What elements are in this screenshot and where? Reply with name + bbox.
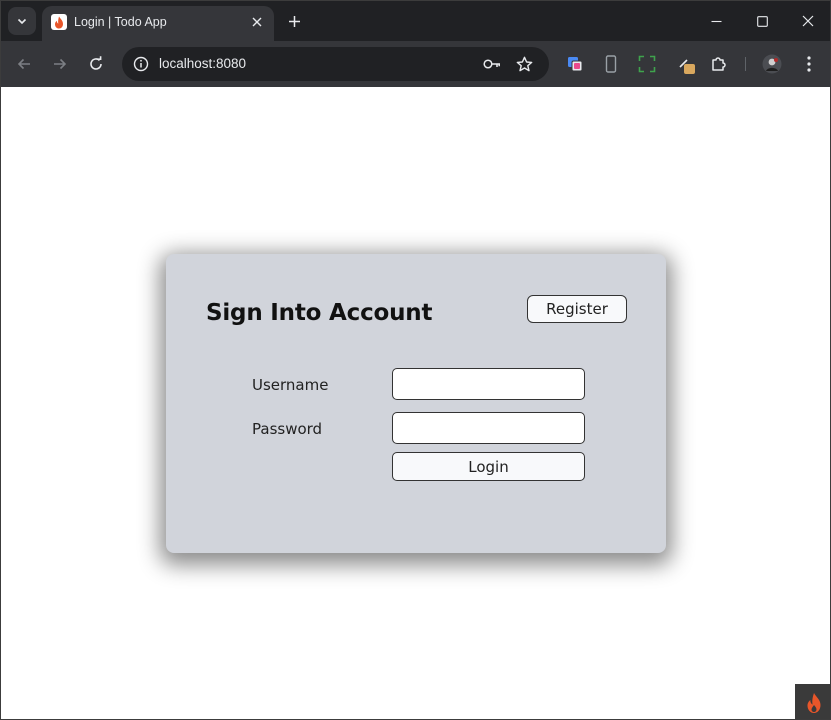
tab-title: Login | Todo App	[74, 15, 167, 29]
login-card: Sign Into Account Register Username Pass…	[166, 254, 666, 553]
username-label: Username	[252, 376, 329, 394]
reload-icon	[90, 56, 102, 70]
close-icon	[252, 17, 262, 27]
new-tab-button[interactable]	[283, 10, 305, 32]
title-bar: Login | Todo App	[1, 1, 830, 41]
register-button[interactable]: Register	[527, 295, 627, 323]
plus-icon	[288, 15, 300, 27]
reload-button[interactable]	[84, 52, 108, 76]
forward-button[interactable]	[48, 52, 72, 76]
browser-window: Login | Todo App localhost:8080 Sign Int…	[0, 0, 831, 720]
extension-screenshot-button[interactable]	[636, 53, 658, 75]
password-label: Password	[252, 420, 323, 438]
eyedropper-icon	[679, 59, 695, 74]
password-field[interactable]	[392, 412, 585, 444]
minimize-icon	[711, 20, 721, 22]
mobile-device-icon	[605, 55, 617, 73]
active-tab[interactable]: Login | Todo App	[42, 6, 274, 41]
star-icon	[516, 56, 532, 71]
profile-avatar-button[interactable]	[761, 53, 783, 75]
address-bar[interactable]: localhost:8080	[122, 47, 549, 81]
back-button[interactable]	[12, 52, 36, 76]
username-field[interactable]	[392, 368, 585, 400]
flame-icon	[807, 692, 820, 713]
browser-toolbar: localhost:8080	[1, 41, 830, 87]
key-icon	[483, 59, 500, 69]
toolbar-separator	[745, 57, 746, 71]
arrow-left-icon	[17, 58, 30, 70]
login-button[interactable]: Login	[392, 452, 585, 481]
chevron-down-icon	[17, 18, 27, 25]
screenshot-crop-icon	[638, 55, 656, 73]
kebab-menu-icon	[807, 56, 811, 72]
password-manager-button[interactable]	[482, 54, 502, 74]
extension-device-button[interactable]	[600, 53, 622, 75]
page-title: Sign Into Account	[206, 300, 433, 326]
extensions-button[interactable]	[708, 53, 730, 75]
puzzle-icon	[712, 57, 726, 71]
maximize-button[interactable]	[739, 1, 785, 41]
site-info-button[interactable]	[131, 54, 151, 74]
close-icon	[802, 15, 814, 27]
page-content: Sign Into Account Register Username Pass…	[1, 87, 830, 719]
close-window-button[interactable]	[785, 1, 830, 41]
url-text: localhost:8080	[159, 56, 247, 71]
bookmark-button[interactable]	[514, 54, 534, 74]
extension-eyedropper-button[interactable]	[676, 53, 698, 75]
avatar	[762, 54, 782, 74]
tab-search-button[interactable]	[8, 7, 36, 35]
tab-close-button[interactable]	[248, 13, 266, 31]
maximize-icon	[756, 15, 768, 27]
info-icon	[133, 56, 149, 72]
flame-badge[interactable]	[795, 684, 830, 719]
extension-windows-button[interactable]	[564, 53, 586, 75]
browser-menu-button[interactable]	[798, 53, 820, 75]
minimize-button[interactable]	[693, 1, 739, 41]
flame-icon	[51, 14, 67, 30]
stacked-windows-icon	[568, 57, 583, 72]
arrow-right-icon	[54, 58, 67, 70]
